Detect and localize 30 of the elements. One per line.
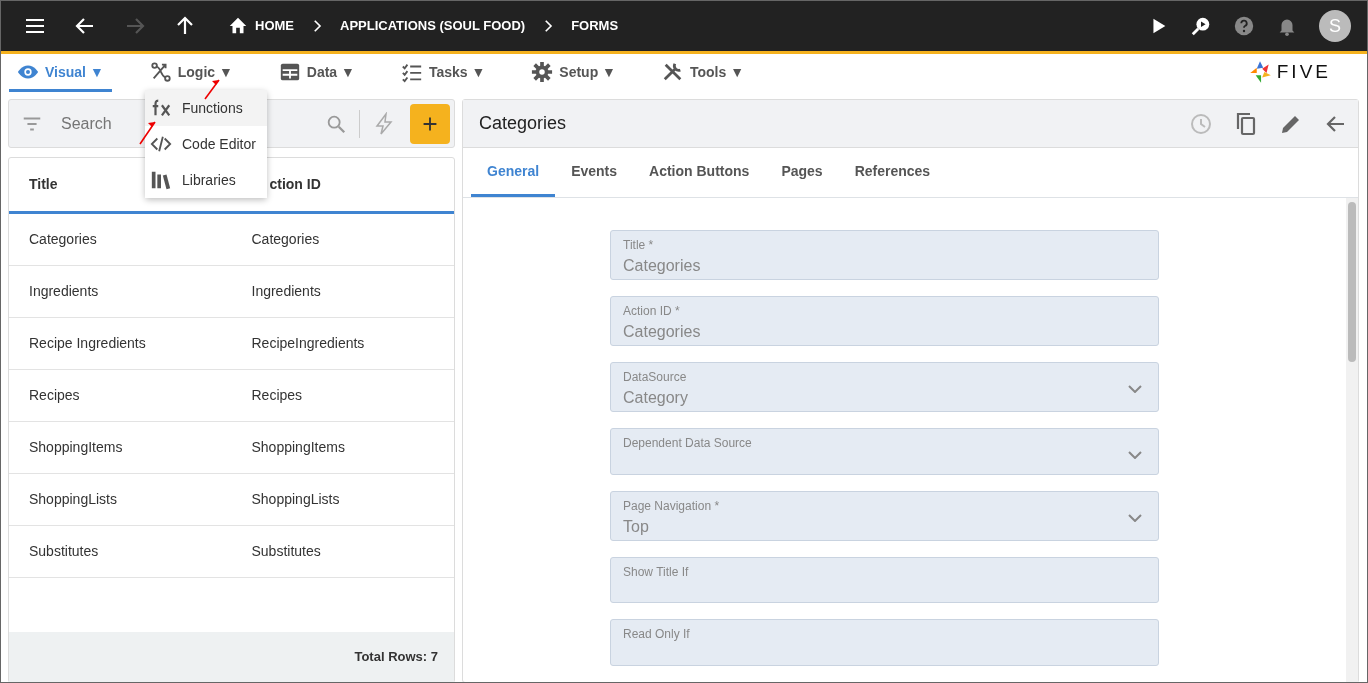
field-label: Read Only If	[623, 626, 690, 644]
table-cell: ShoppingLists	[251, 491, 340, 507]
table-cell: Recipe Ingredients	[29, 335, 146, 351]
field-label: DataSource	[623, 369, 687, 387]
field-label: Title *	[623, 237, 654, 255]
column-header: Title	[29, 176, 58, 192]
logo-text: FIVE	[1276, 60, 1331, 84]
field-value: Category	[623, 388, 688, 409]
table-cell: RecipeIngredients	[251, 335, 365, 351]
table-cell: Recipes	[29, 387, 80, 403]
table-cell: Ingredients	[251, 283, 321, 299]
field-value: Categories	[623, 256, 701, 277]
field-value: Top	[623, 516, 649, 537]
table-cell: Categories	[29, 231, 97, 247]
field-label: Action ID *	[623, 303, 680, 321]
column-header: ction ID	[269, 176, 321, 192]
field-label: Dependent Data Source	[623, 435, 752, 453]
table-cell: ShoppingItems	[251, 439, 345, 455]
table-cell: Categories	[251, 231, 320, 247]
table-cell: ShoppingItems	[29, 439, 123, 455]
field-label: Page Navigation *	[623, 497, 720, 515]
table-cell: Substitutes	[251, 543, 321, 559]
table-cell: Ingredients	[29, 283, 99, 299]
table-cell: ShoppingLists	[29, 491, 117, 507]
table-cell: Substitutes	[29, 543, 99, 559]
field-label: Show Title If	[623, 563, 689, 581]
table-cell: Recipes	[251, 387, 303, 403]
total-rows-text: Total Rows: 7	[354, 648, 438, 667]
field-value: Categories	[623, 322, 701, 343]
panel-title: Categories	[479, 112, 567, 135]
